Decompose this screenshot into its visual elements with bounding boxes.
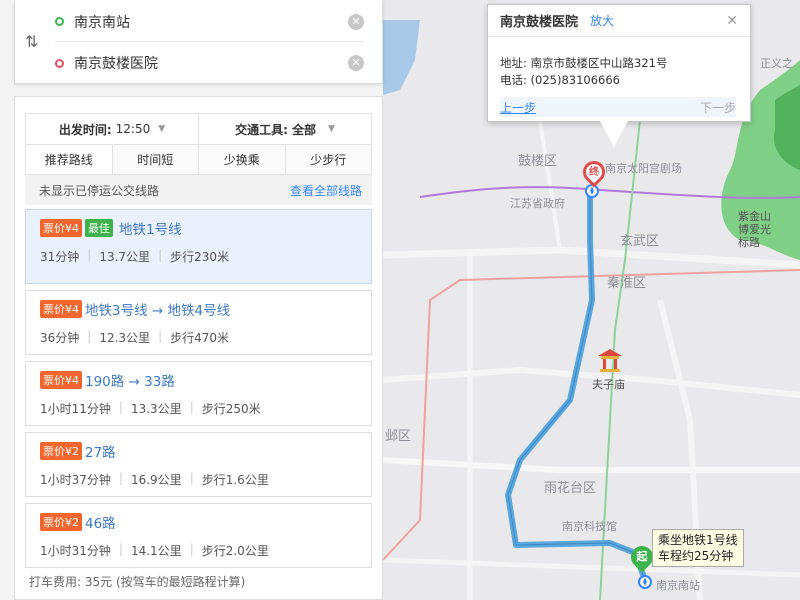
plan-duration: 1小时31分钟	[40, 544, 111, 558]
temple-icon[interactable]	[596, 348, 624, 372]
map-label-xuanwu: 玄武区	[620, 234, 660, 249]
plan-duration: 1小时37分钟	[40, 473, 111, 487]
plan-item-3[interactable]: 票价¥4 190路 → 33路 1小时11分钟 | 13.3公里 | 步行250米	[25, 361, 372, 426]
start-dot-icon	[55, 17, 64, 26]
transport-value: 全部	[291, 122, 316, 137]
plan-item-4[interactable]: 票价¥2 27路 1小时37分钟 | 16.9公里 | 步行1.6公里	[25, 432, 372, 497]
tab-fewer-transfers[interactable]: 少换乘	[198, 145, 285, 174]
tooltip-line-1: 乘坐地铁1号线	[658, 533, 738, 547]
map-label-tech-museum: 南京科技馆	[562, 520, 617, 533]
plan-distance: 16.9公里	[130, 473, 182, 487]
swap-icon[interactable]: ⇅	[25, 32, 38, 51]
price-badge: 票价¥2	[40, 513, 82, 531]
map-label-zijinshan: 紫金山博爱光标路	[738, 210, 771, 249]
plan-walk: 步行1.6公里	[201, 473, 269, 487]
transport-label: 交通工具:	[235, 122, 288, 137]
map-label-jiangsu-gov: 江苏省政府	[510, 197, 565, 210]
end-input[interactable]: 南京鼓楼医院	[74, 53, 348, 73]
clear-end-icon[interactable]: ✕	[348, 55, 364, 71]
zoom-in-link[interactable]: 放大	[590, 12, 614, 29]
prev-step-link[interactable]: 上一步	[500, 99, 536, 116]
start-row[interactable]: 南京南站 ✕	[55, 2, 364, 42]
clear-start-icon[interactable]: ✕	[348, 13, 364, 30]
plan-walk: 步行230米	[170, 250, 230, 264]
next-step-link: 下一步	[699, 100, 736, 115]
plan-lines[interactable]: 地铁3号线 → 地铁4号线	[85, 299, 230, 319]
end-marker-label: 终	[589, 167, 599, 178]
route-tooltip: 乘坐地铁1号线 车程约25分钟	[652, 529, 744, 567]
notice-text: 未显示已停运公交线路	[39, 183, 160, 198]
plan-item-1[interactable]: 票价¥4 最佳 地铁1号线 31分钟 | 13.7公里 | 步行230米	[25, 209, 372, 284]
chevron-down-icon: ▼	[158, 124, 166, 134]
popup-phone: 电话: (025)83106666	[500, 73, 620, 87]
plan-lines[interactable]: 46路	[85, 512, 116, 532]
price-badge: 票价¥2	[40, 442, 82, 460]
price-badge: 票价¥4	[40, 371, 82, 389]
route-input-box: ⇅ 南京南站 ✕ 南京鼓楼医院 ✕	[14, 0, 383, 84]
plan-distance: 13.7公里	[99, 250, 151, 264]
notice-bar: 未显示已停运公交线路 查看全部线路	[25, 175, 372, 205]
metro-station-icon-south[interactable]: ⧫	[638, 575, 652, 589]
transport-select[interactable]: 交通工具: 全部 ▼	[198, 114, 371, 144]
plan-lines[interactable]: 地铁1号线	[119, 218, 182, 238]
price-badge: 票价¥4	[40, 219, 82, 237]
map-label-qinhuai: 秦淮区	[607, 276, 647, 291]
depart-time-value: 12:50	[115, 122, 151, 136]
filter-box: 出发时间: 12:50 ▼ 交通工具: 全部 ▼ 推荐路线 时间短 少换乘 少步…	[25, 113, 372, 175]
plan-distance: 12.3公里	[99, 331, 151, 345]
tab-shortest-time[interactable]: 时间短	[111, 145, 198, 174]
left-panel: ⇅ 南京南站 ✕ 南京鼓楼医院 ✕ 出发时间: 12:50 ▼ 交通工具: 全部	[0, 0, 383, 600]
plan-item-5[interactable]: 票价¥2 46路 1小时31分钟 | 14.1公里 | 步行2.0公里	[25, 503, 372, 568]
map-label-yuhuatai: 雨花台区	[544, 481, 597, 496]
plan-duration: 36分钟	[40, 331, 80, 345]
plan-duration: 31分钟	[40, 250, 80, 264]
depart-time-label: 出发时间:	[58, 122, 112, 137]
price-badge: 票价¥4	[40, 300, 82, 318]
popup-tail	[600, 121, 628, 147]
poi-popup: 南京鼓楼医院 放大 ✕ 地址: 南京市鼓楼区中山路321号 电话: (025)8…	[487, 4, 751, 122]
plan-walk: 步行2.0公里	[201, 544, 269, 558]
map-label-zhengyi: 正义之	[760, 57, 793, 70]
depart-time-select[interactable]: 出发时间: 12:50 ▼	[26, 114, 198, 144]
plan-item-2[interactable]: 票价¥4 地铁3号线 → 地铁4号线 36分钟 | 12.3公里 | 步行470米	[25, 290, 372, 355]
results-panel: 出发时间: 12:50 ▼ 交通工具: 全部 ▼ 推荐路线 时间短 少换乘 少步…	[14, 96, 383, 600]
close-icon[interactable]: ✕	[726, 13, 738, 29]
plan-lines[interactable]: 27路	[85, 441, 116, 461]
map-label-nanjing-south: 南京南站	[656, 579, 700, 592]
tab-less-walking[interactable]: 少步行	[284, 145, 371, 174]
map-label-taiyang: 南京太阳宫剧场	[605, 162, 682, 175]
end-dot-icon	[55, 58, 64, 68]
map-label-jianye: 邺区	[385, 429, 412, 444]
plan-distance: 14.1公里	[130, 544, 182, 558]
popup-title: 南京鼓楼医院	[500, 15, 579, 30]
view-all-lines-link[interactable]: 查看全部线路	[290, 182, 362, 199]
best-badge: 最佳	[85, 219, 113, 237]
plan-lines[interactable]: 190路 → 33路	[85, 370, 175, 390]
plan-walk: 步行470米	[170, 331, 230, 345]
plan-walk: 步行250米	[201, 402, 261, 416]
plan-distance: 13.3公里	[130, 402, 182, 416]
start-marker-label: 起	[636, 550, 648, 563]
plan-duration: 1小时11分钟	[40, 402, 111, 416]
map-label-fuzimiao: 夫子庙	[592, 378, 625, 391]
chevron-down-icon: ▼	[327, 124, 335, 134]
tab-recommended[interactable]: 推荐路线	[26, 145, 112, 174]
taxi-fare-text: 打车费用: 35元 (按驾车的最短路程计算)	[29, 575, 246, 589]
popup-address: 地址: 南京市鼓楼区中山路321号	[500, 56, 668, 70]
end-row[interactable]: 南京鼓楼医院 ✕	[55, 43, 364, 83]
start-input[interactable]: 南京南站	[74, 12, 348, 32]
map-label-gulou: 鼓楼区	[518, 154, 558, 169]
tooltip-line-2: 车程约25分钟	[658, 549, 734, 563]
